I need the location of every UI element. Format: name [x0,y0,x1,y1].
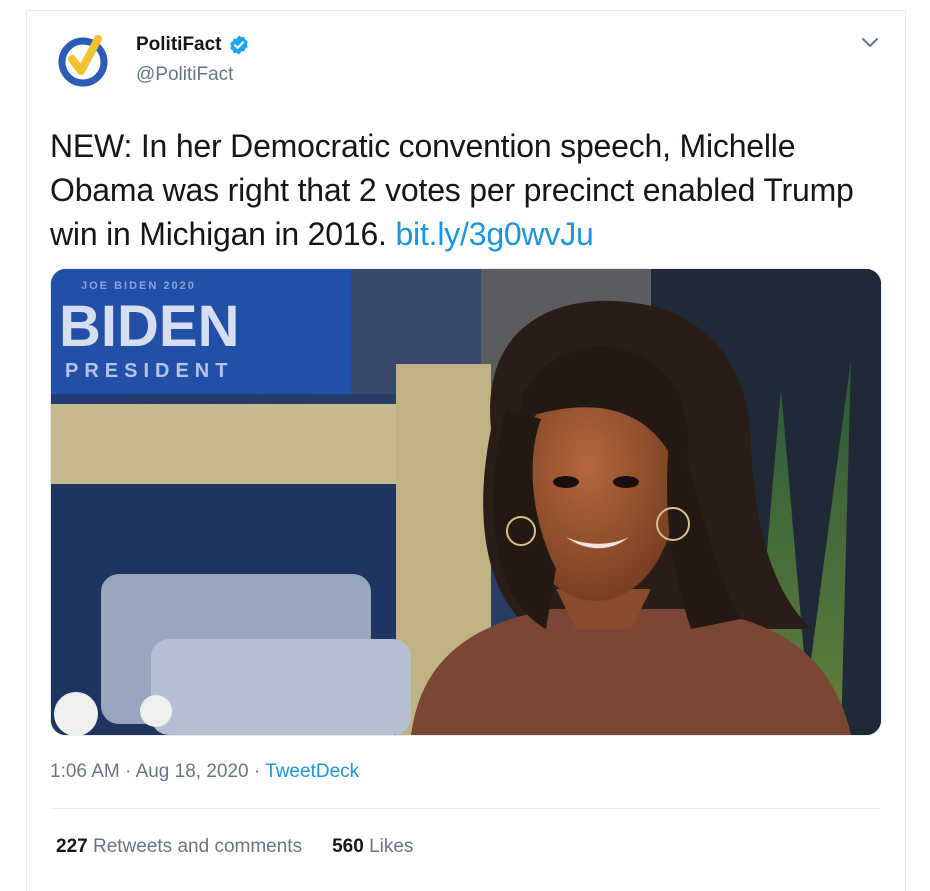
sign-president: PRESIDENT [65,360,233,382]
tweet-text: NEW: In her Democratic convention speech… [50,124,870,256]
meta-separator: · [125,761,132,782]
tweet-author[interactable]: PolitiFact @PolitiFact [136,34,250,86]
politifact-avatar[interactable] [52,29,114,91]
tweet-link[interactable]: bit.ly/3g0wvJu [395,216,593,252]
verified-badge-icon [229,35,248,55]
sign-biden: BIDEN [59,294,239,359]
politifact-logo [52,29,114,91]
tweet-date[interactable]: Aug 18, 2020 [136,761,249,782]
display-name[interactable]: PolitiFact [136,34,222,56]
chevron-down-icon[interactable] [860,34,880,50]
photo-michelle-obama: BIDEN PRESIDENT JOE BIDEN 2020 [51,269,881,735]
likes-stat[interactable]: 560 Likes [332,836,413,858]
tweet-source[interactable]: TweetDeck [265,761,359,782]
meta-separator: · [253,761,261,782]
sign-top: JOE BIDEN 2020 [81,280,196,292]
user-handle[interactable]: @PolitiFact [136,64,250,86]
retweets-stat[interactable]: 227 Retweets and comments [56,836,302,858]
tweet-time[interactable]: 1:06 AM [50,761,120,782]
retweets-count: 227 [56,836,88,857]
divider [50,808,880,809]
tweet-stats: 227 Retweets and comments 560 Likes [56,836,413,858]
retweets-label: Retweets and comments [92,836,303,857]
tweet-meta: 1:06 AM · Aug 18, 2020 · TweetDeck [50,761,359,783]
tweet-media-photo[interactable]: BIDEN PRESIDENT JOE BIDEN 2020 [50,268,882,736]
likes-label: Likes [369,836,414,857]
likes-count: 560 [332,836,364,857]
